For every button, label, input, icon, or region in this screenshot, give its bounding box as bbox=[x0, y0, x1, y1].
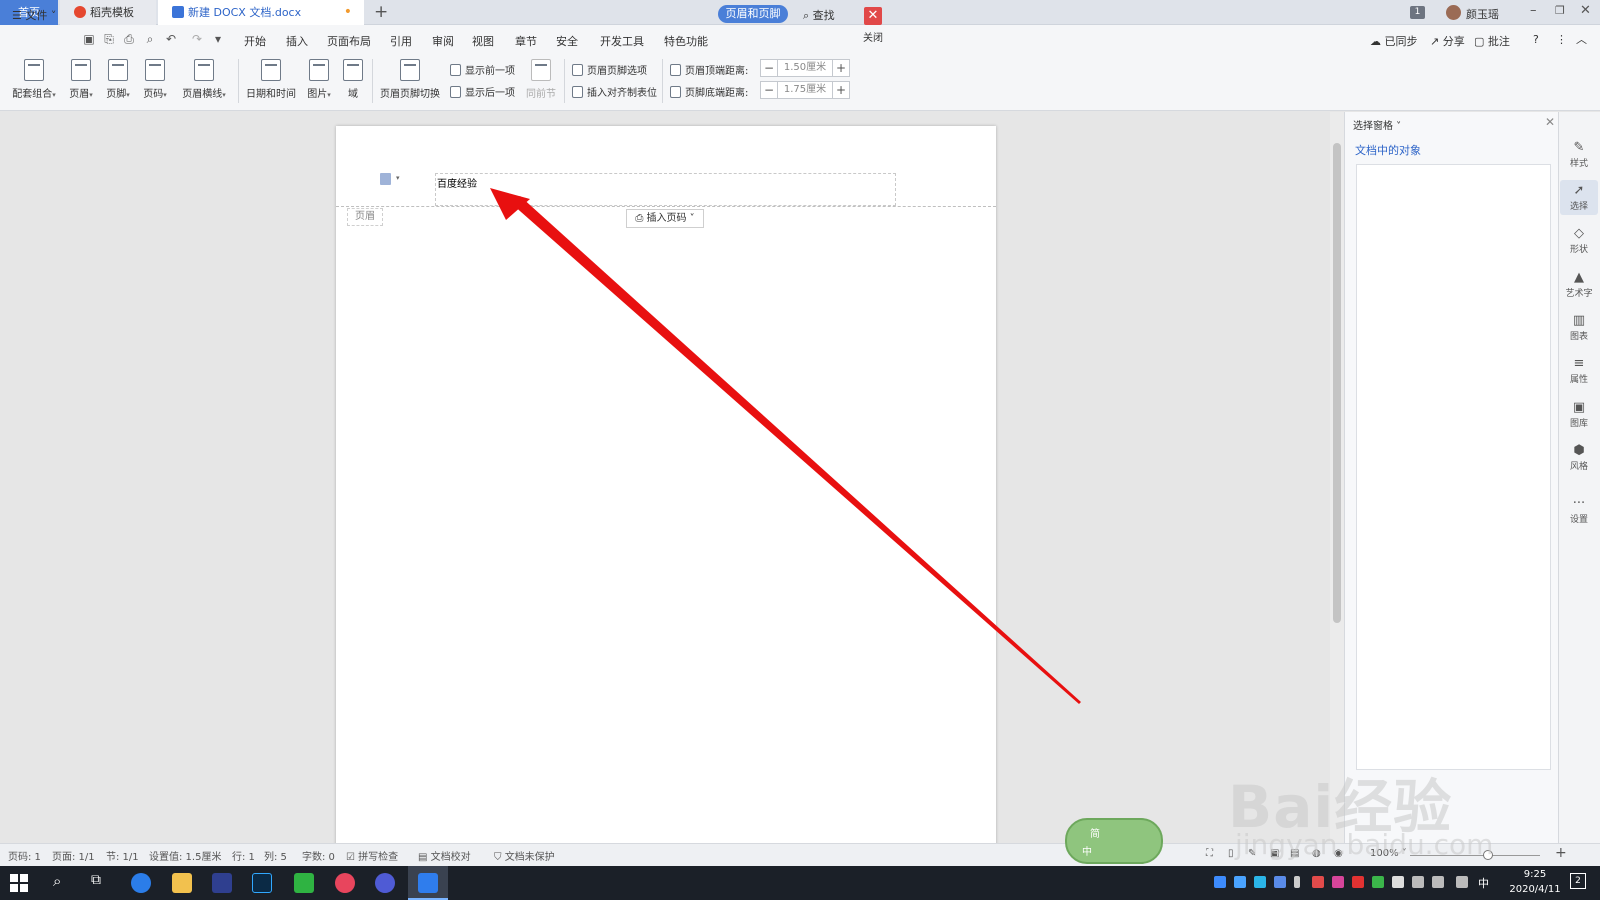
status-row: 行: 1 bbox=[232, 852, 255, 863]
read-mode-icon[interactable]: ▯ bbox=[1228, 848, 1234, 859]
ime-language[interactable]: 中 bbox=[1082, 843, 1092, 858]
cursor-icon: ➚ bbox=[1573, 183, 1585, 198]
ime-floating-bar[interactable] bbox=[1065, 818, 1163, 864]
sidebar-item-settings[interactable]: ··· 设置 bbox=[1560, 496, 1598, 525]
browser-icon[interactable] bbox=[131, 873, 151, 893]
proofread-icon: ▤ bbox=[418, 852, 428, 863]
windows-start-icon[interactable] bbox=[10, 874, 28, 892]
volume-icon[interactable] bbox=[1432, 876, 1444, 888]
theme-icon: ⬢ bbox=[1573, 443, 1585, 458]
close-icon[interactable]: ✕ bbox=[1545, 115, 1555, 129]
proofread-button[interactable]: ▤ 文档校对 bbox=[418, 848, 471, 863]
sidebar-label: 样式 bbox=[1569, 159, 1588, 169]
wps-icon[interactable] bbox=[418, 873, 438, 893]
sidebar-label: 图表 bbox=[1569, 332, 1588, 342]
tray-icon[interactable] bbox=[1372, 876, 1384, 888]
sidebar-item-chart[interactable]: ▥ 图表 bbox=[1560, 313, 1598, 342]
sidebar-label: 艺术字 bbox=[1565, 289, 1593, 299]
selection-pane-title[interactable]: 选择窗格 ˅ bbox=[1353, 117, 1401, 132]
wordart-icon: ▲ bbox=[1574, 270, 1584, 285]
objects-heading: 文档中的对象 bbox=[1355, 144, 1421, 157]
spellcheck-button[interactable]: ☑ 拼写检查 bbox=[346, 848, 398, 863]
tray-icon[interactable] bbox=[1392, 876, 1404, 888]
arrow-shaft bbox=[512, 196, 1081, 704]
microphone-icon[interactable] bbox=[1294, 876, 1300, 888]
search-icon[interactable]: ⌕ bbox=[53, 872, 61, 890]
spellcheck-label: 拼写检查 bbox=[358, 852, 399, 863]
photoshop-icon[interactable] bbox=[252, 873, 272, 893]
clock-date[interactable]: 2020/4/11 bbox=[1500, 884, 1570, 895]
sidebar-item-shape[interactable]: ◇ 形状 bbox=[1560, 226, 1598, 255]
shield-icon: ⛉ bbox=[494, 852, 502, 863]
sidebar-label: 选择 bbox=[1569, 202, 1588, 212]
chart-icon: ▥ bbox=[1572, 313, 1586, 328]
image-icon: ▣ bbox=[1572, 400, 1586, 415]
sidebar-item-select[interactable]: ➚ 选择 bbox=[1560, 180, 1598, 215]
tray-icon[interactable] bbox=[1214, 876, 1226, 888]
tray-icon[interactable] bbox=[1254, 876, 1266, 888]
status-col: 列: 5 bbox=[264, 852, 287, 863]
sidebar-item-wordart[interactable]: ▲ 艺术字 bbox=[1560, 270, 1598, 299]
objects-list[interactable] bbox=[1356, 164, 1551, 770]
watermark-url: jingyan.baidu.com bbox=[1235, 828, 1494, 861]
record-icon[interactable] bbox=[1352, 876, 1364, 888]
baidu-app-icon[interactable] bbox=[375, 873, 395, 893]
status-setting: 设置值: 1.5厘米 bbox=[149, 852, 222, 863]
status-words[interactable]: 字数: 0 bbox=[302, 848, 335, 863]
sidebar-label: 设置 bbox=[1569, 515, 1588, 525]
video-app-icon[interactable] bbox=[294, 873, 314, 893]
sidebar-label: 风格 bbox=[1569, 462, 1588, 472]
sliders-icon: ≡ bbox=[1573, 356, 1585, 371]
shield-icon[interactable] bbox=[1234, 876, 1246, 888]
ime-tray-indicator[interactable]: 中 bbox=[1478, 875, 1489, 891]
folder-icon[interactable] bbox=[172, 873, 192, 893]
pen-icon: ✎ bbox=[1573, 140, 1585, 155]
sidebar-item-gallery[interactable]: ▣ 图库 bbox=[1560, 400, 1598, 429]
tray-icon[interactable] bbox=[1274, 876, 1286, 888]
tray-icon[interactable] bbox=[1312, 876, 1324, 888]
status-page: 页码: 1 bbox=[8, 852, 41, 863]
arrow-head bbox=[490, 188, 530, 220]
sidebar-label: 图库 bbox=[1569, 419, 1588, 429]
tray-icon[interactable] bbox=[1332, 876, 1344, 888]
protect-button[interactable]: ⛉ 文档未保护 bbox=[494, 848, 555, 863]
sidebar-item-style[interactable]: ✎ 样式 bbox=[1560, 140, 1598, 169]
zoom-in-icon[interactable]: + bbox=[1555, 845, 1567, 861]
sidebar-label: 属性 bbox=[1569, 375, 1588, 385]
app-icon[interactable] bbox=[212, 873, 232, 893]
right-sidebar bbox=[1558, 112, 1600, 843]
scrollbar-thumb[interactable] bbox=[1333, 143, 1341, 623]
status-section: 节: 1/1 bbox=[106, 852, 139, 863]
dots-icon: ··· bbox=[1572, 496, 1586, 511]
music-app-icon[interactable] bbox=[335, 873, 355, 893]
task-view-icon[interactable]: ⧉ bbox=[91, 872, 101, 888]
pen-icon[interactable] bbox=[1456, 876, 1468, 888]
sidebar-label: 形状 bbox=[1569, 245, 1588, 255]
spellcheck-icon: ☑ bbox=[346, 852, 355, 863]
clock-time[interactable]: 9:25 bbox=[1510, 869, 1560, 880]
protect-label: 文档未保护 bbox=[504, 852, 555, 863]
proofread-label: 文档校对 bbox=[430, 852, 471, 863]
notification-center-icon[interactable]: 2 bbox=[1570, 873, 1586, 889]
fullscreen-icon[interactable]: ⛶ bbox=[1206, 848, 1213, 859]
ime-mode[interactable]: 简 bbox=[1090, 825, 1100, 840]
sidebar-item-theme[interactable]: ⬢ 风格 bbox=[1560, 443, 1598, 472]
network-icon[interactable] bbox=[1412, 876, 1424, 888]
sidebar-item-properties[interactable]: ≡ 属性 bbox=[1560, 356, 1598, 385]
status-pages: 页面: 1/1 bbox=[52, 852, 95, 863]
shape-icon: ◇ bbox=[1574, 226, 1584, 241]
